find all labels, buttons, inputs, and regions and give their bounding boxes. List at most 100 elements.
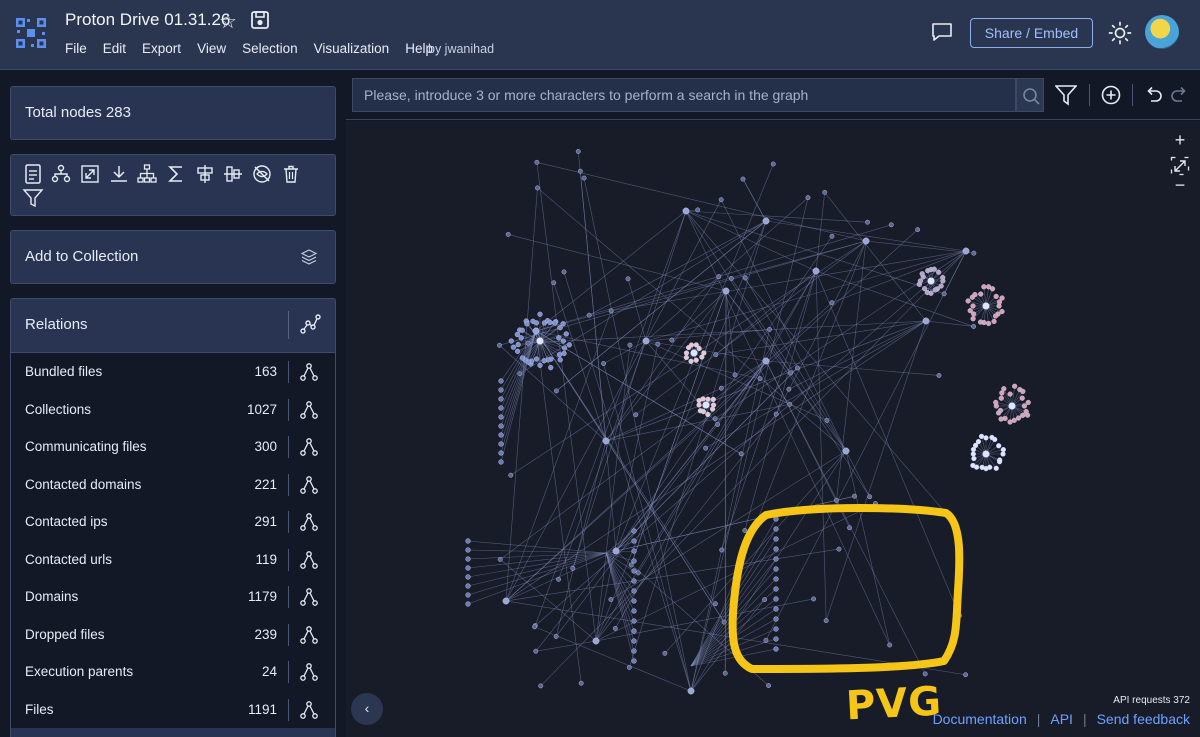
zoom-in-button[interactable]: +	[1170, 130, 1190, 151]
graph-node	[508, 338, 514, 344]
graph-node	[631, 658, 637, 664]
graph-node	[993, 293, 999, 300]
report-icon[interactable]	[22, 163, 44, 185]
relation-row-contacted-urls[interactable]: Contacted urls 119	[11, 540, 335, 578]
menu-visualization[interactable]: Visualization	[314, 41, 390, 56]
expand-relation-icon[interactable]	[299, 512, 319, 532]
graph-node	[862, 237, 870, 245]
hierarchy-icon[interactable]	[136, 163, 158, 185]
download-icon[interactable]	[108, 163, 130, 185]
relation-row-dropped-files[interactable]: Dropped files 239	[11, 615, 335, 653]
relation-row-contacted-domains[interactable]: Contacted domains 221	[11, 465, 335, 503]
expand-relation-icon[interactable]	[299, 662, 319, 682]
graph-node	[812, 267, 820, 275]
zoom-out-button[interactable]: −	[1170, 175, 1190, 196]
expand-relation-icon[interactable]	[299, 362, 319, 382]
collapse-panel-button[interactable]: ‹	[351, 693, 383, 725]
graph-node	[631, 618, 637, 624]
graph-node	[625, 276, 631, 282]
user-avatar[interactable]	[1145, 15, 1179, 49]
api-link[interactable]: API	[1050, 711, 1073, 727]
virustotal-graph-logo-icon[interactable]	[14, 16, 48, 50]
expand-icon[interactable]	[79, 163, 101, 185]
expand-relation-icon[interactable]	[299, 550, 319, 570]
graph-node	[1012, 383, 1018, 389]
expand-relation-icon[interactable]	[299, 700, 319, 720]
relation-row-domains[interactable]: Domains 1179	[11, 578, 335, 616]
undo-icon[interactable]	[1143, 84, 1165, 106]
expand-relation-icon[interactable]	[299, 400, 319, 420]
relation-row-execution-parents[interactable]: Execution parents 24	[11, 653, 335, 691]
graph-node	[716, 274, 722, 279]
graph-node	[626, 665, 632, 670]
graph-search-input[interactable]	[352, 78, 1016, 112]
divider	[288, 311, 289, 339]
menu-edit[interactable]: Edit	[103, 41, 126, 56]
graph-chart-icon[interactable]	[299, 313, 321, 335]
graph-node	[498, 414, 504, 420]
star-icon[interactable]: ☆	[219, 9, 237, 34]
comment-icon[interactable]	[931, 22, 953, 42]
graph-node	[696, 402, 702, 408]
filter-icon[interactable]	[22, 187, 44, 209]
redo-icon[interactable]	[1168, 84, 1190, 106]
documentation-link[interactable]: Documentation	[933, 711, 1027, 727]
menu-file[interactable]: File	[65, 41, 87, 56]
relation-row-collections[interactable]: Collections 1027	[11, 390, 335, 428]
graph-node	[773, 606, 779, 612]
menu-selection[interactable]: Selection	[242, 41, 298, 56]
graph-node	[710, 396, 716, 403]
send-feedback-link[interactable]: Send feedback	[1097, 711, 1190, 727]
graph-node	[998, 416, 1004, 422]
expand-relation-icon[interactable]	[299, 437, 319, 457]
graph-node	[975, 439, 982, 445]
family-tree-icon[interactable]	[50, 163, 72, 185]
graph-network[interactable]	[346, 121, 1200, 737]
align-center-icon[interactable]	[194, 163, 216, 185]
hide-icon[interactable]	[251, 163, 273, 185]
theme-toggle-sun-icon[interactable]	[1108, 21, 1132, 45]
graph-node	[669, 337, 675, 343]
graph-edge	[605, 552, 635, 662]
graph-node	[561, 345, 568, 351]
sigma-icon[interactable]	[165, 163, 187, 185]
relation-label: Collections	[25, 401, 92, 417]
relation-row-communicating-files[interactable]: Communicating files 300	[11, 428, 335, 466]
graph-node	[561, 269, 567, 275]
align-middle-icon[interactable]	[222, 163, 244, 185]
graph-canvas[interactable]: + − ‹ PVG API requests 372 Documentation…	[346, 121, 1200, 737]
graph-node	[981, 284, 987, 290]
menu-export[interactable]: Export	[142, 41, 181, 56]
graph-edge	[535, 330, 725, 623]
expand-relation-icon[interactable]	[299, 475, 319, 495]
graph-node	[996, 299, 1003, 305]
filter-icon[interactable]	[1055, 84, 1077, 106]
relation-row-bundled-files[interactable]: Bundled files 163	[11, 353, 335, 391]
save-icon[interactable]	[250, 10, 270, 30]
add-node-icon[interactable]	[1100, 84, 1122, 106]
graph-edge	[845, 450, 870, 497]
graph-edge	[645, 340, 718, 425]
graph-node	[608, 308, 614, 314]
relation-label: Dropped files	[25, 626, 105, 642]
graph-node	[601, 361, 606, 366]
search-button[interactable]	[1016, 78, 1044, 112]
menu-view[interactable]: View	[197, 41, 226, 56]
share-embed-button[interactable]: Share / Embed	[970, 18, 1093, 48]
graph-title[interactable]: Proton Drive 01.31.26	[65, 10, 230, 30]
expand-relation-icon[interactable]	[299, 625, 319, 645]
graph-node	[740, 176, 746, 182]
expand-relation-icon[interactable]	[299, 587, 319, 607]
graph-node	[836, 546, 842, 552]
relation-row-files[interactable]: Files 1191	[11, 690, 335, 728]
fit-screen-icon[interactable]	[1170, 156, 1190, 176]
graph-node	[628, 562, 634, 568]
graph-node	[842, 447, 850, 455]
trash-icon[interactable]	[280, 163, 302, 185]
graph-node	[532, 624, 537, 630]
graph-node	[970, 451, 976, 457]
graph-node	[936, 269, 942, 275]
graph-node	[498, 450, 504, 456]
relation-row-contacted-ips[interactable]: Contacted ips 291	[11, 503, 335, 541]
add-to-collection-button[interactable]: Add to Collection	[10, 230, 336, 284]
